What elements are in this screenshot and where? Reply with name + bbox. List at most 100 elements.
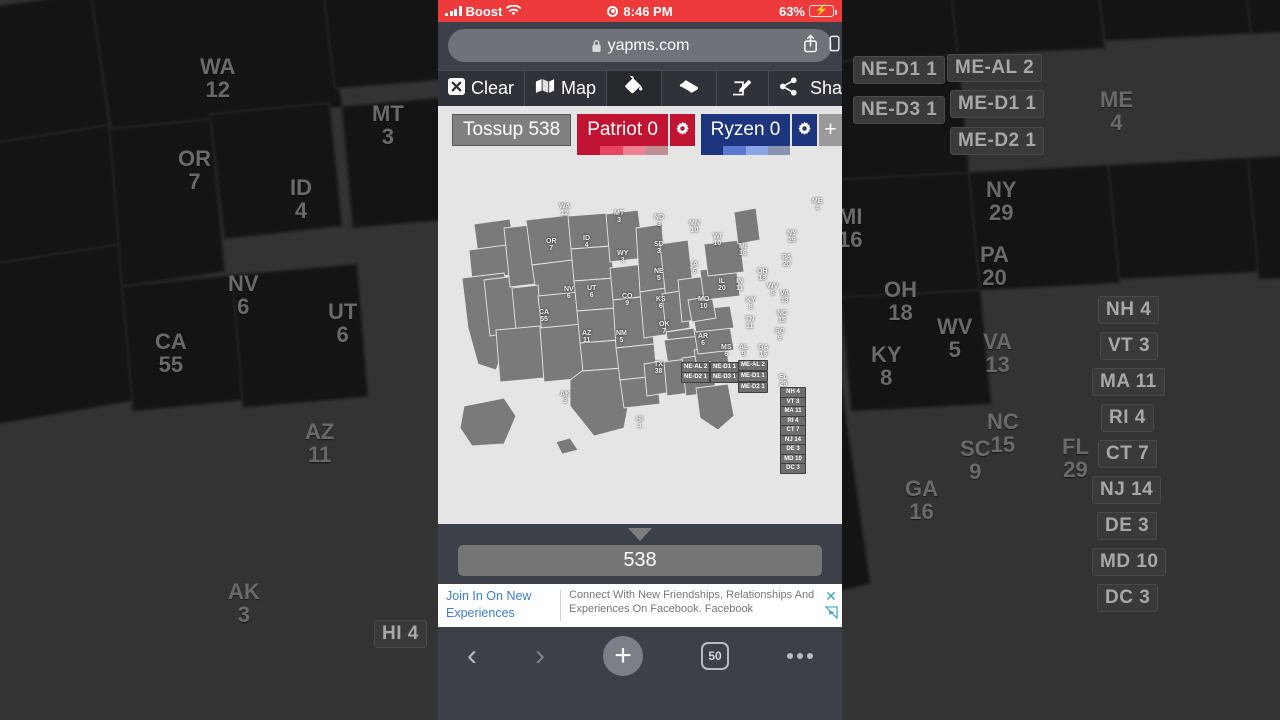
map-state-wi[interactable]: WI 10 (713, 233, 722, 247)
browser-url-bar-container: yapms.com (438, 22, 842, 70)
tossup-box[interactable]: Tossup 538 (452, 114, 572, 146)
tossup-name: Tossup (463, 119, 524, 140)
bg-state-nv: NV 6 (228, 271, 259, 320)
map-state-ne[interactable]: NE 5 (654, 268, 664, 282)
map-state-mn[interactable]: MN 10 (689, 220, 700, 234)
map-state-tx[interactable]: TX 38 (654, 361, 663, 375)
map-state-tn[interactable]: TN 11 (745, 316, 754, 330)
state-ev: 7 (662, 328, 667, 335)
state-ev: 6 (566, 293, 571, 300)
map-state-ar[interactable]: AR 6 (698, 333, 708, 347)
map-state-va[interactable]: VA 13 (780, 290, 789, 304)
map-district-ne-al[interactable]: NE-AL 2 (681, 362, 711, 373)
bg-state-oh: OH 18 (884, 277, 917, 326)
share-map-button[interactable]: Share Map (769, 71, 842, 106)
map-state-ut[interactable]: UT 6 (587, 285, 596, 299)
map-state-ks[interactable]: KS 6 (656, 296, 666, 310)
map-state-ky[interactable]: KY 8 (746, 297, 756, 311)
map-state-wa[interactable]: WA 12 (559, 203, 570, 217)
new-tab-button[interactable]: + (603, 635, 643, 676)
bg-state-wv: WV 5 (937, 314, 973, 363)
yapms-toolbar: Clear Map Share Map (438, 70, 842, 106)
state-abbr: SC (775, 328, 785, 335)
ryzen-swatches[interactable] (700, 146, 791, 155)
map-state-ga[interactable]: GA 16 (758, 344, 769, 358)
bg-side-ma: MA 11 (1092, 368, 1165, 396)
ryzen-box[interactable]: Ryzen 0 (700, 114, 791, 146)
patriot-box[interactable]: Patriot 0 (577, 114, 668, 146)
more-options-button[interactable] (787, 652, 813, 659)
ryzen-settings-button[interactable] (792, 114, 818, 146)
map-state-mo[interactable]: MO 10 (698, 296, 709, 310)
map-side-dc[interactable]: DC 3 (780, 463, 806, 474)
map-state-ny[interactable]: NY 29 (787, 230, 797, 244)
map-state-sc[interactable]: SC 9 (775, 328, 785, 342)
map-state-wv[interactable]: WV 5 (767, 283, 778, 297)
map-state-nc[interactable]: NC 15 (777, 310, 787, 324)
map-district-ne-d2[interactable]: NE-D2 1 (681, 372, 711, 383)
map-state-sd[interactable]: SD 3 (654, 241, 664, 255)
map-state-ok[interactable]: OK 7 (659, 321, 670, 335)
map-state-id[interactable]: ID 4 (583, 235, 590, 249)
map-district-ne-d1[interactable]: NE-D1 1 (710, 362, 740, 373)
map-state-hi[interactable]: HI 4 (636, 416, 643, 430)
map-state-ia[interactable]: IA 6 (691, 261, 698, 275)
ad-title[interactable]: Join In On New Experiences (438, 584, 560, 627)
map-district-me-al[interactable]: ME-AL 2 (738, 360, 768, 371)
paint-bucket-button[interactable] (607, 71, 663, 106)
adchoices-icon[interactable] (823, 606, 838, 622)
map-state-il[interactable]: IL 20 (718, 278, 726, 292)
bg-state-mt: MT 3 (372, 101, 404, 150)
state-abbr: AR (698, 333, 709, 340)
map-state-co[interactable]: CO 9 (622, 293, 633, 307)
map-state-ak[interactable]: AK 3 (560, 391, 570, 405)
map-district-ne-d3[interactable]: NE-D3 1 (710, 372, 740, 383)
tab-count-button[interactable]: 50 (701, 641, 729, 670)
forward-button[interactable]: › (535, 640, 545, 671)
clear-button[interactable]: Clear (438, 71, 526, 106)
state-abbr: WA (559, 203, 571, 210)
map-state-az[interactable]: AZ 11 (582, 330, 591, 344)
map-state-nv[interactable]: NV 6 (564, 286, 574, 300)
tossup-column: Tossup 538 (452, 114, 572, 146)
tabs-overview-icon[interactable] (829, 33, 841, 58)
back-button[interactable]: ‹ (467, 640, 477, 671)
state-ev: 6 (724, 351, 729, 358)
map-state-mt[interactable]: MT 3 (614, 210, 624, 224)
map-state-nm[interactable]: NM 5 (616, 330, 627, 344)
patriot-settings-button[interactable] (669, 114, 695, 146)
map-state-me[interactable]: ME 4 (812, 198, 823, 212)
map-district-me-d2[interactable]: ME-D2 1 (738, 382, 768, 393)
patriot-swatches[interactable] (577, 146, 668, 155)
patriot-name: Patriot (587, 119, 643, 140)
edit-button[interactable] (717, 71, 770, 106)
state-ev: 16 (759, 351, 768, 358)
map-state-oh[interactable]: OH 18 (757, 268, 768, 282)
bg-state-nc: NC 15 (987, 409, 1019, 458)
map-state-ca[interactable]: CA 55 (539, 309, 549, 323)
map-label: Map (561, 78, 597, 98)
electoral-vote-slider[interactable]: 538 (458, 545, 822, 576)
state-ev: 6 (589, 292, 594, 299)
eraser-button[interactable] (662, 71, 718, 106)
state-ev: 3 (617, 217, 621, 224)
map-state-ms[interactable]: MS 6 (721, 344, 732, 358)
advertisement-banner[interactable]: Join In On New Experiences Connect With … (438, 584, 842, 627)
map-state-mi[interactable]: MI 16 (739, 243, 747, 257)
map-state-nd[interactable]: ND 3 (654, 214, 664, 228)
share-icon[interactable] (802, 33, 819, 58)
map-button[interactable]: Map (525, 71, 608, 106)
map-state-wy[interactable]: WY 3 (617, 250, 628, 264)
map-district-me-d1[interactable]: ME-D1 1 (738, 371, 768, 382)
map-state-pa[interactable]: PA 20 (782, 254, 791, 268)
map-state-al[interactable]: AL 9 (739, 344, 748, 358)
map-state-in[interactable]: IN 11 (736, 278, 743, 292)
bg-state-az: AZ 11 (305, 419, 335, 468)
url-bar[interactable]: yapms.com (448, 29, 840, 62)
gear-icon (675, 121, 690, 140)
state-abbr: MO (698, 296, 710, 303)
map-state-fl[interactable]: FL 29 (779, 374, 788, 388)
close-icon[interactable]: ✕ (825, 589, 837, 603)
map-state-or[interactable]: OR 7 (546, 238, 557, 252)
add-candidate-button[interactable]: + (819, 114, 842, 146)
